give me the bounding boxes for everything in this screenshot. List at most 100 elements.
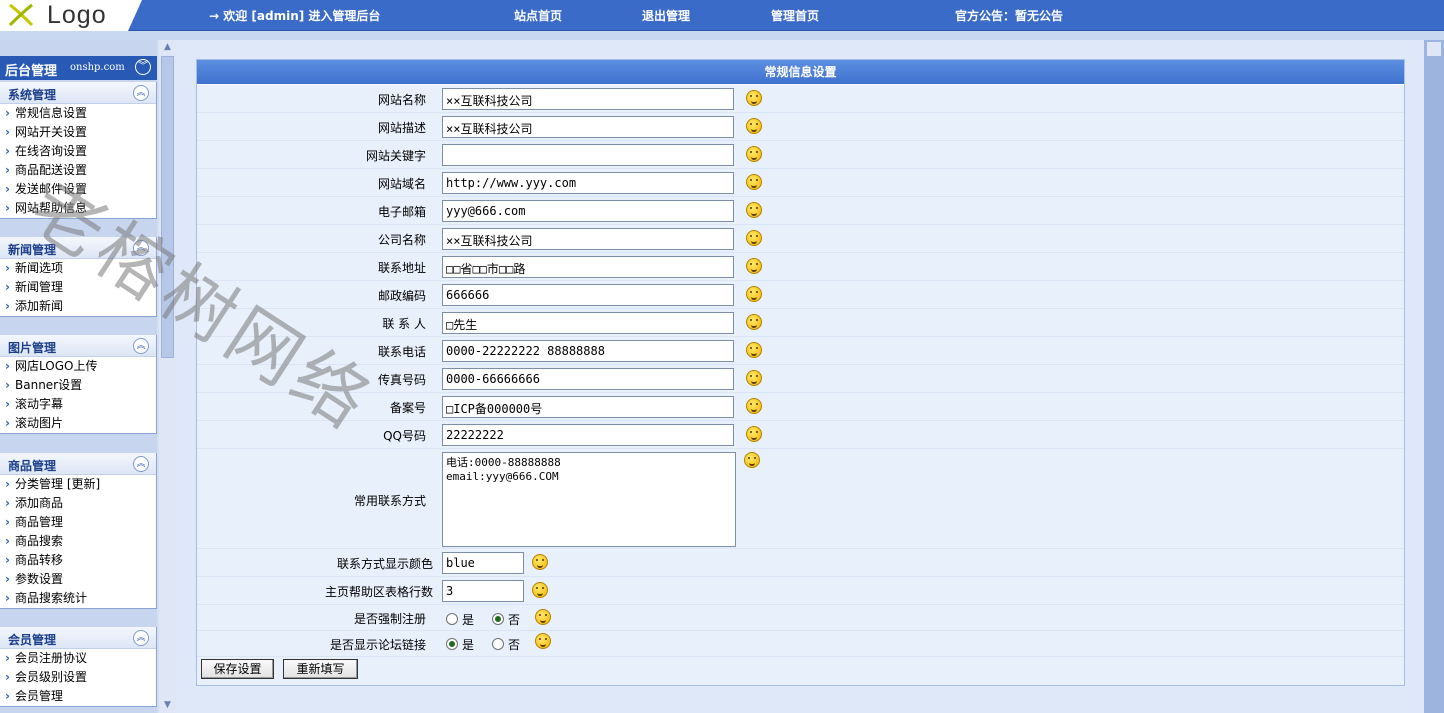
save-button[interactable]: 保存设置 <box>201 659 274 679</box>
scroll-down-arrow-icon[interactable]: ▼ <box>159 698 176 712</box>
sidebar-domain: onshp.com <box>70 62 125 73</box>
field-row: 邮政编码 666666 <box>197 281 1404 309</box>
field-row: 网站名称 ××互联科技公司 <box>197 85 1404 113</box>
panel-title: 常规信息设置 <box>197 60 1404 84</box>
collapse-icon[interactable]: ︽ <box>133 85 149 101</box>
menu-system: 系统管理 ︽ 常规信息设置 网站开关设置 在线咨询设置 商品配送设置 发送邮件设… <box>0 82 157 219</box>
phone-input[interactable]: 0000-22222222 88888888 <box>442 340 734 362</box>
collapse-icon[interactable]: ︽ <box>133 338 149 354</box>
scroll-up-arrow-icon[interactable]: ▲ <box>159 40 176 54</box>
menu-item[interactable]: 添加商品 <box>0 494 156 513</box>
page-scrollbar[interactable] <box>1424 40 1444 713</box>
menu-item[interactable]: 会员管理 <box>0 687 156 706</box>
field-label: 联系地址 <box>377 261 426 275</box>
menu-news: 新闻管理 ︽ 新闻选项 新闻管理 添加新闻 <box>0 237 157 317</box>
field-label: 网站描述 <box>377 121 426 135</box>
field-label: 联 系 人 <box>382 317 426 331</box>
site-name-input[interactable]: ××互联科技公司 <box>442 88 734 110</box>
field-row: 是否显示论坛链接 是 否 <box>197 631 1404 657</box>
field-row: QQ号码 22222222 <box>197 421 1404 449</box>
menu-item[interactable]: 网店LOGO上传 <box>0 357 156 376</box>
menu-item[interactable]: 发送邮件设置 <box>0 180 156 199</box>
menu-title-label: 商品管理 <box>8 459 57 473</box>
menu-title[interactable]: 系统管理 ︽ <box>0 82 156 104</box>
menu-item[interactable]: 常规信息设置 <box>0 104 156 123</box>
radio-label: 是 <box>462 613 475 627</box>
menu-title[interactable]: 图片管理 ︽ <box>0 335 156 357</box>
admin-home-link[interactable]: 管理首页 <box>771 7 819 24</box>
button-row: 保存设置 重新填写 <box>197 657 1404 685</box>
menu-item[interactable]: 商品配送设置 <box>0 161 156 180</box>
menu-item[interactable]: 参数设置 <box>0 570 156 589</box>
help-rows-input[interactable]: 3 <box>442 580 524 602</box>
smiley-icon <box>746 230 762 246</box>
settings-panel: 常规信息设置 网站名称 ××互联科技公司 网站描述 ××互联科技公司 网站关键字… <box>196 59 1405 686</box>
field-label: 传真号码 <box>377 373 426 387</box>
logout-link[interactable]: 退出管理 <box>642 7 690 24</box>
smiley-icon <box>746 258 762 274</box>
menu-title[interactable]: 商品管理 ︽ <box>0 453 156 475</box>
smiley-icon <box>746 146 762 162</box>
collapse-icon[interactable]: ︽ <box>133 630 149 646</box>
email-input[interactable]: yyy@666.com <box>442 200 734 222</box>
smiley-icon <box>532 554 548 570</box>
collapse-icon[interactable]: ︽ <box>133 456 149 472</box>
smiley-icon <box>746 202 762 218</box>
menu-title[interactable]: 会员管理 ︽ <box>0 627 156 649</box>
fax-input[interactable]: 0000-66666666 <box>442 368 734 390</box>
postal-code-input[interactable]: 666666 <box>442 284 734 306</box>
menu-item[interactable]: 滚动字幕 <box>0 395 156 414</box>
force-register-no-radio[interactable] <box>492 613 504 625</box>
site-home-link[interactable]: 站点首页 <box>514 7 562 24</box>
site-keywords-input[interactable] <box>442 144 734 166</box>
collapse-icon[interactable]: ︽ <box>133 240 149 256</box>
contact-color-input[interactable]: blue <box>442 552 524 574</box>
menu-item[interactable]: 新闻管理 <box>0 278 156 297</box>
menu-item[interactable]: 网站帮助信息 <box>0 199 156 218</box>
menu-item[interactable]: 商品搜索 <box>0 532 156 551</box>
smiley-icon <box>746 118 762 134</box>
sidebar-scroll-thumb[interactable] <box>161 56 174 358</box>
sidebar-header: 后台管理 onshp.com ︾ <box>0 56 157 80</box>
menu-title-label: 系统管理 <box>8 88 57 102</box>
menu-item[interactable]: 添加新闻 <box>0 297 156 316</box>
smiley-icon <box>746 174 762 190</box>
chevron-double-down-icon[interactable]: ︾ <box>135 59 151 75</box>
menu-title-label: 图片管理 <box>8 341 57 355</box>
forum-link-yes-radio[interactable] <box>446 638 458 650</box>
field-row: 传真号码 0000-66666666 <box>197 365 1404 393</box>
menu-item[interactable]: 新闻选项 <box>0 259 156 278</box>
field-label: 联系方式显示颜色 <box>336 557 433 571</box>
site-description-input[interactable]: ××互联科技公司 <box>442 116 734 138</box>
radio-label: 否 <box>508 613 521 627</box>
forum-link-no-radio[interactable] <box>492 638 504 650</box>
menu-item[interactable]: 在线咨询设置 <box>0 142 156 161</box>
menu-item[interactable]: 滚动图片 <box>0 414 156 433</box>
smiley-icon <box>532 582 548 598</box>
reset-button[interactable]: 重新填写 <box>283 659 358 679</box>
menu-item[interactable]: 会员级别设置 <box>0 668 156 687</box>
force-register-yes-radio[interactable] <box>446 613 458 625</box>
menu-title[interactable]: 新闻管理 ︽ <box>0 237 156 259</box>
field-label: 公司名称 <box>377 233 426 247</box>
qq-input[interactable]: 22222222 <box>442 424 734 446</box>
field-row: 网站描述 ××互联科技公司 <box>197 113 1404 141</box>
smiley-icon <box>744 452 760 468</box>
site-domain-input[interactable]: http://www.yyy.com <box>442 172 734 194</box>
menu-item[interactable]: 会员注册协议 <box>0 649 156 668</box>
scroll-up-button[interactable] <box>1427 42 1441 56</box>
company-name-input[interactable]: ××互联科技公司 <box>442 228 734 250</box>
icp-input[interactable]: □ICP备000000号 <box>442 396 734 418</box>
contact-methods-textarea[interactable]: 电话:0000-88888888 email:yyy@666.COM <box>442 452 736 547</box>
menu-item[interactable]: 商品搜索统计 <box>0 589 156 608</box>
menu-item[interactable]: 分类管理 [更新] <box>0 475 156 494</box>
address-input[interactable]: □□省□□市□□路 <box>442 256 734 278</box>
menu-item[interactable]: 商品转移 <box>0 551 156 570</box>
menu-item[interactable]: Banner设置 <box>0 376 156 395</box>
contact-person-input[interactable]: □先生 <box>442 312 734 334</box>
menu-item[interactable]: 网站开关设置 <box>0 123 156 142</box>
field-row: 主页帮助区表格行数 3 <box>197 577 1404 605</box>
smiley-icon <box>746 90 762 106</box>
menu-item[interactable]: 商品管理 <box>0 513 156 532</box>
menu-title-label: 新闻管理 <box>8 243 57 257</box>
